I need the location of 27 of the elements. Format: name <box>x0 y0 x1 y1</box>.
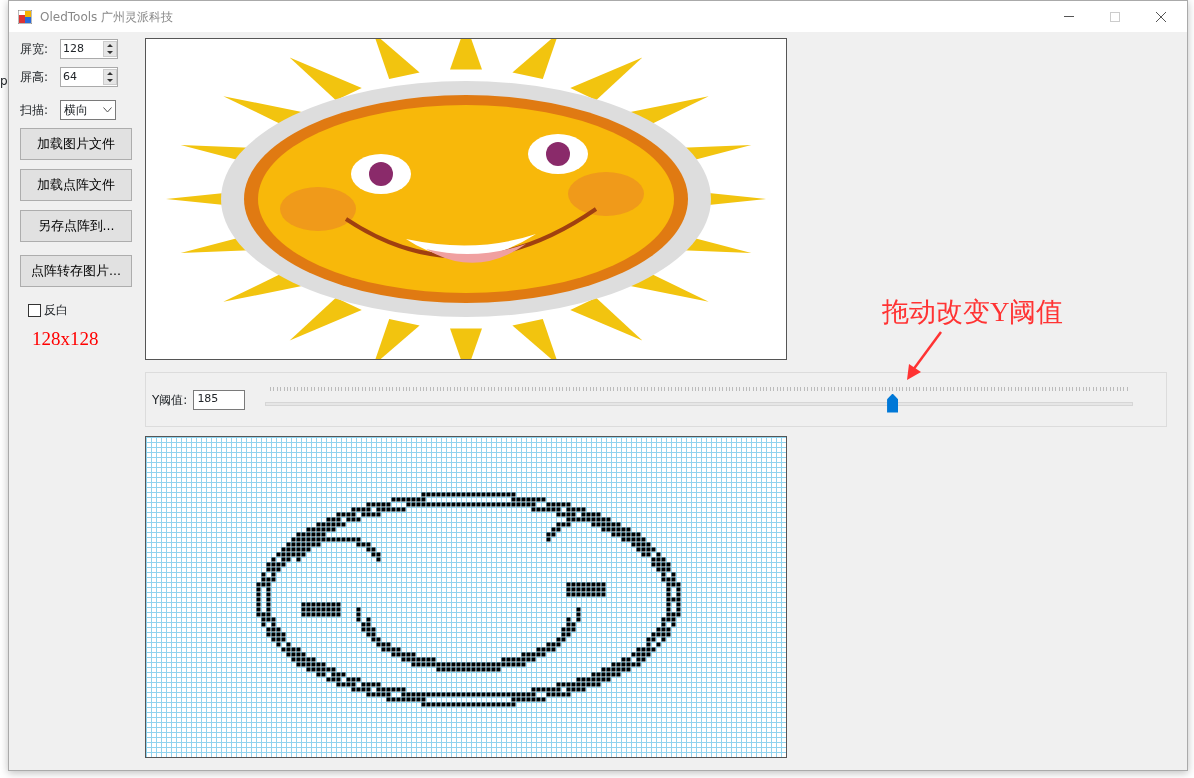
field-label: 屏高: <box>20 69 50 86</box>
checkbox-label: 反白 <box>44 302 68 319</box>
invert-checkbox[interactable] <box>28 303 41 317</box>
action-button[interactable]: 另存点阵到... <box>20 210 132 242</box>
app-icon <box>18 9 32 24</box>
threshold-input[interactable]: 185 <box>193 389 246 410</box>
spin-arrows-icon[interactable] <box>103 69 117 85</box>
field-label: 屏宽: <box>20 41 50 58</box>
scan-dropdown[interactable]: 横向 <box>60 100 116 120</box>
field-label: 扫描: <box>20 102 50 119</box>
spin-arrows-icon[interactable] <box>103 41 117 57</box>
action-button[interactable]: 加载图片文件 <box>20 128 132 160</box>
chevron-icon <box>103 107 112 113</box>
threshold-label: Y阈值: <box>152 391 188 409</box>
action-button[interactable]: 加载点阵文件 <box>20 169 132 201</box>
number-spinner[interactable]: 128 <box>60 39 118 59</box>
size-label: 128x128 <box>32 327 100 351</box>
background-text: p <box>0 73 8 90</box>
annotation-text: 拖动改变Y阈值 <box>882 296 1064 329</box>
number-spinner[interactable]: 64 <box>60 67 118 87</box>
minimize-icon <box>1064 16 1074 17</box>
annotation-arrow <box>905 330 945 382</box>
window-title: OledTools 广州灵派科技 <box>40 8 174 26</box>
slider-thumb[interactable] <box>887 393 899 413</box>
close-icon <box>1156 11 1166 22</box>
maximize-icon <box>1110 11 1120 22</box>
action-button[interactable]: 点阵转存图片... <box>20 255 132 287</box>
